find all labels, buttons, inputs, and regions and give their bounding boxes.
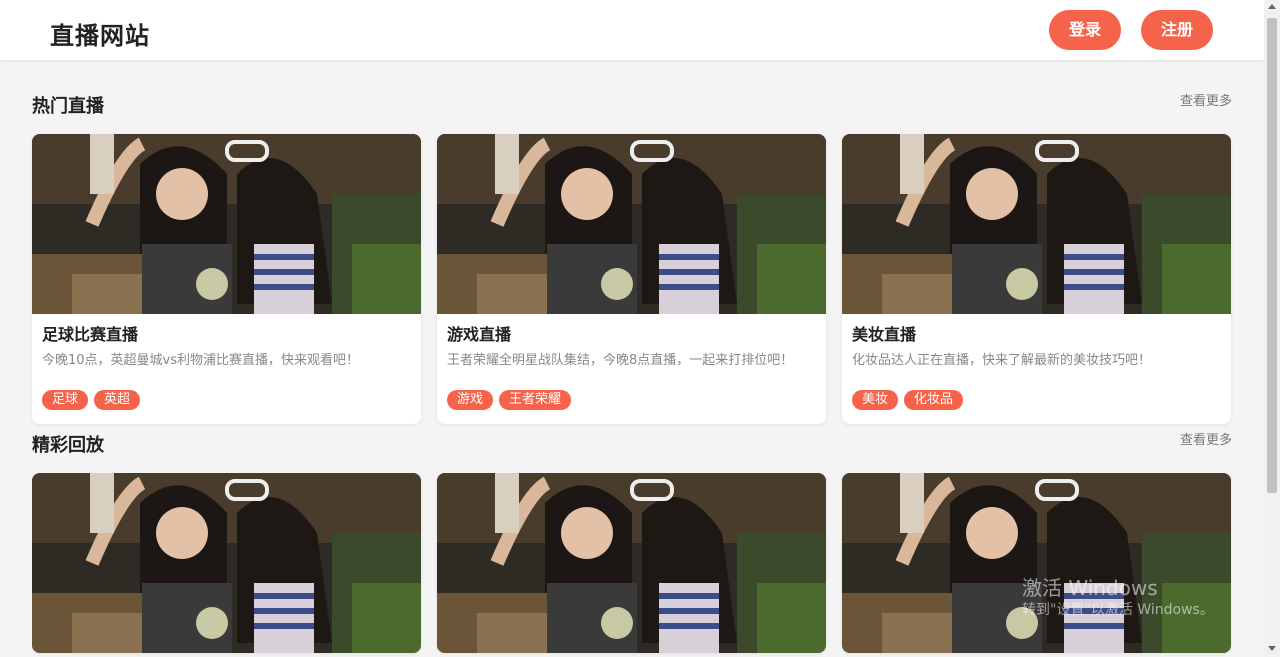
card-title: 游戏直播 xyxy=(447,325,512,344)
tag-list: 游戏 王者荣耀 xyxy=(447,388,816,412)
card-description: 化妆品达人正在直播，快来了解最新的美妆技巧吧！ xyxy=(852,353,1152,368)
tag[interactable]: 足球 xyxy=(42,390,89,410)
replay-thumbnail[interactable] xyxy=(32,473,421,653)
section-header-hot-live: 热门直播 查看更多 xyxy=(32,90,1232,117)
tag[interactable]: 游戏 xyxy=(447,390,494,410)
tag[interactable]: 美妆 xyxy=(852,390,899,410)
card-description: 今晚10点，英超曼城vs利物浦比赛直播，快来观看吧！ xyxy=(42,353,360,368)
replay-thumbnail[interactable] xyxy=(842,473,1231,653)
replay-card[interactable] xyxy=(32,473,421,653)
view-more-link[interactable]: 查看更多 xyxy=(1180,90,1232,109)
card-description: 王者荣耀全明星战队集结，今晚8点直播，一起来打排位吧！ xyxy=(447,353,794,368)
scroll-down-icon[interactable] xyxy=(1268,646,1276,651)
section-title: 热门直播 xyxy=(32,96,104,117)
windows-activation-watermark: 激活 Windows 转到"设置"以激活 Windows。 xyxy=(1022,576,1214,620)
login-button[interactable]: 登录 xyxy=(1049,10,1121,50)
tag[interactable]: 英超 xyxy=(94,390,141,410)
live-thumbnail[interactable] xyxy=(32,134,421,314)
section-header-replays: 精彩回放 查看更多 xyxy=(32,429,1232,456)
tag-list: 足球 英超 xyxy=(42,388,411,412)
vertical-scrollbar[interactable] xyxy=(1264,0,1280,657)
tag[interactable]: 王者荣耀 xyxy=(499,390,572,410)
scrollbar-thumb[interactable] xyxy=(1267,18,1277,493)
card-title: 足球比赛直播 xyxy=(42,325,139,344)
view-more-link[interactable]: 查看更多 xyxy=(1180,429,1232,448)
tag-list: 美妆 化妆品 xyxy=(852,388,1221,412)
live-card[interactable]: 游戏直播 王者荣耀全明星战队集结，今晚8点直播，一起来打排位吧！ 游戏 王者荣耀 xyxy=(437,134,826,424)
live-thumbnail[interactable] xyxy=(842,134,1231,314)
live-card[interactable]: 足球比赛直播 今晚10点，英超曼城vs利物浦比赛直播，快来观看吧！ 足球 英超 xyxy=(32,134,421,424)
card-title: 美妆直播 xyxy=(852,325,917,344)
replay-card[interactable] xyxy=(437,473,826,653)
replay-thumbnail[interactable] xyxy=(437,473,826,653)
replay-grid xyxy=(32,473,1232,657)
hot-live-grid: 足球比赛直播 今晚10点，英超曼城vs利物浦比赛直播，快来观看吧！ 足球 英超 游… xyxy=(32,134,1232,434)
tag[interactable]: 化妆品 xyxy=(904,390,964,410)
scroll-up-icon[interactable] xyxy=(1268,4,1276,9)
watermark-line: 激活 Windows xyxy=(1022,576,1158,600)
register-button[interactable]: 注册 xyxy=(1141,10,1213,50)
top-navigation-bar: 直播网站 登录 注册 xyxy=(0,0,1264,60)
replay-card[interactable] xyxy=(842,473,1231,653)
section-title: 精彩回放 xyxy=(32,435,104,456)
live-card[interactable]: 美妆直播 化妆品达人正在直播，快来了解最新的美妆技巧吧！ 美妆 化妆品 xyxy=(842,134,1231,424)
watermark-line: 转到"设置"以激活 Windows。 xyxy=(1022,602,1214,618)
site-logo[interactable]: 直播网站 xyxy=(50,16,150,51)
live-thumbnail[interactable] xyxy=(437,134,826,314)
